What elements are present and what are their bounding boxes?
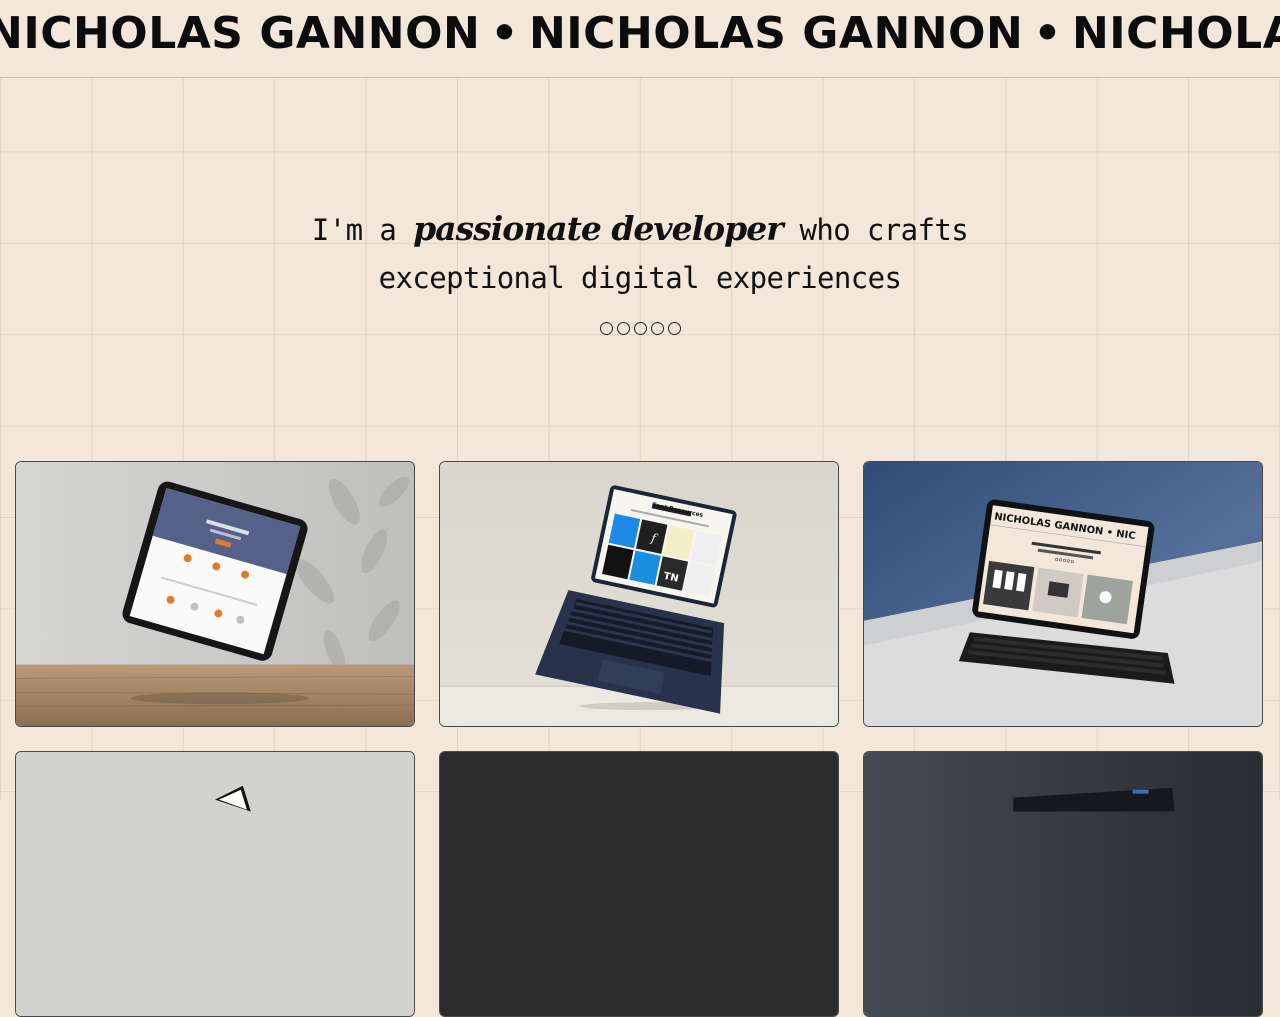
project-5-image [440,752,838,1016]
hero-statement: I'm a passionate developer who crafts ex… [0,205,1280,335]
project-card-6[interactable] [863,751,1263,1017]
project-card-font-resources[interactable]: f TN Font Resources [439,461,839,727]
marquee-name: NICHOLAS GANNON [0,8,481,59]
hero-line-1: I'm a passionate developer who crafts [0,205,1280,254]
laptop-mockup-image: f TN Font Resources [440,462,838,726]
slider-dot-1[interactable] [599,322,613,335]
tablet-mockup-image [16,462,414,726]
slider-dot-5[interactable] [667,322,681,335]
marquee-track: NICHOLAS GANNON•NICHOLAS GANNON•NICHOLAS… [0,8,1280,59]
hero-suffix: who crafts [799,213,969,247]
hero-emphasis: passionate developer [413,209,784,248]
marquee-name: NICHOLAS GANNON [1071,8,1280,59]
hero-line-2: exceptional digital experiences [378,261,902,295]
project-4-image [16,752,414,1016]
slider-dot-2[interactable] [616,322,630,335]
project-card-portfolio[interactable]: NICHOLAS GANNON • NIC [863,461,1263,727]
project-card-5[interactable] [439,751,839,1017]
project-6-image [864,752,1262,1016]
marquee-separator: • [490,8,519,59]
slider-dot-4[interactable] [650,322,664,335]
ipad-mockup-image: NICHOLAS GANNON • NIC [864,462,1262,726]
marquee-name: NICHOLAS GANNON [528,8,1024,59]
name-marquee: NICHOLAS GANNON•NICHOLAS GANNON•NICHOLAS… [0,0,1280,78]
project-card-4[interactable] [15,751,415,1017]
slider-dot-3[interactable] [633,322,647,335]
slider-dots [0,322,1280,335]
hero-prefix: I'm a [311,213,397,247]
project-card-vet[interactable] [15,461,415,727]
marquee-separator: • [1033,8,1062,59]
